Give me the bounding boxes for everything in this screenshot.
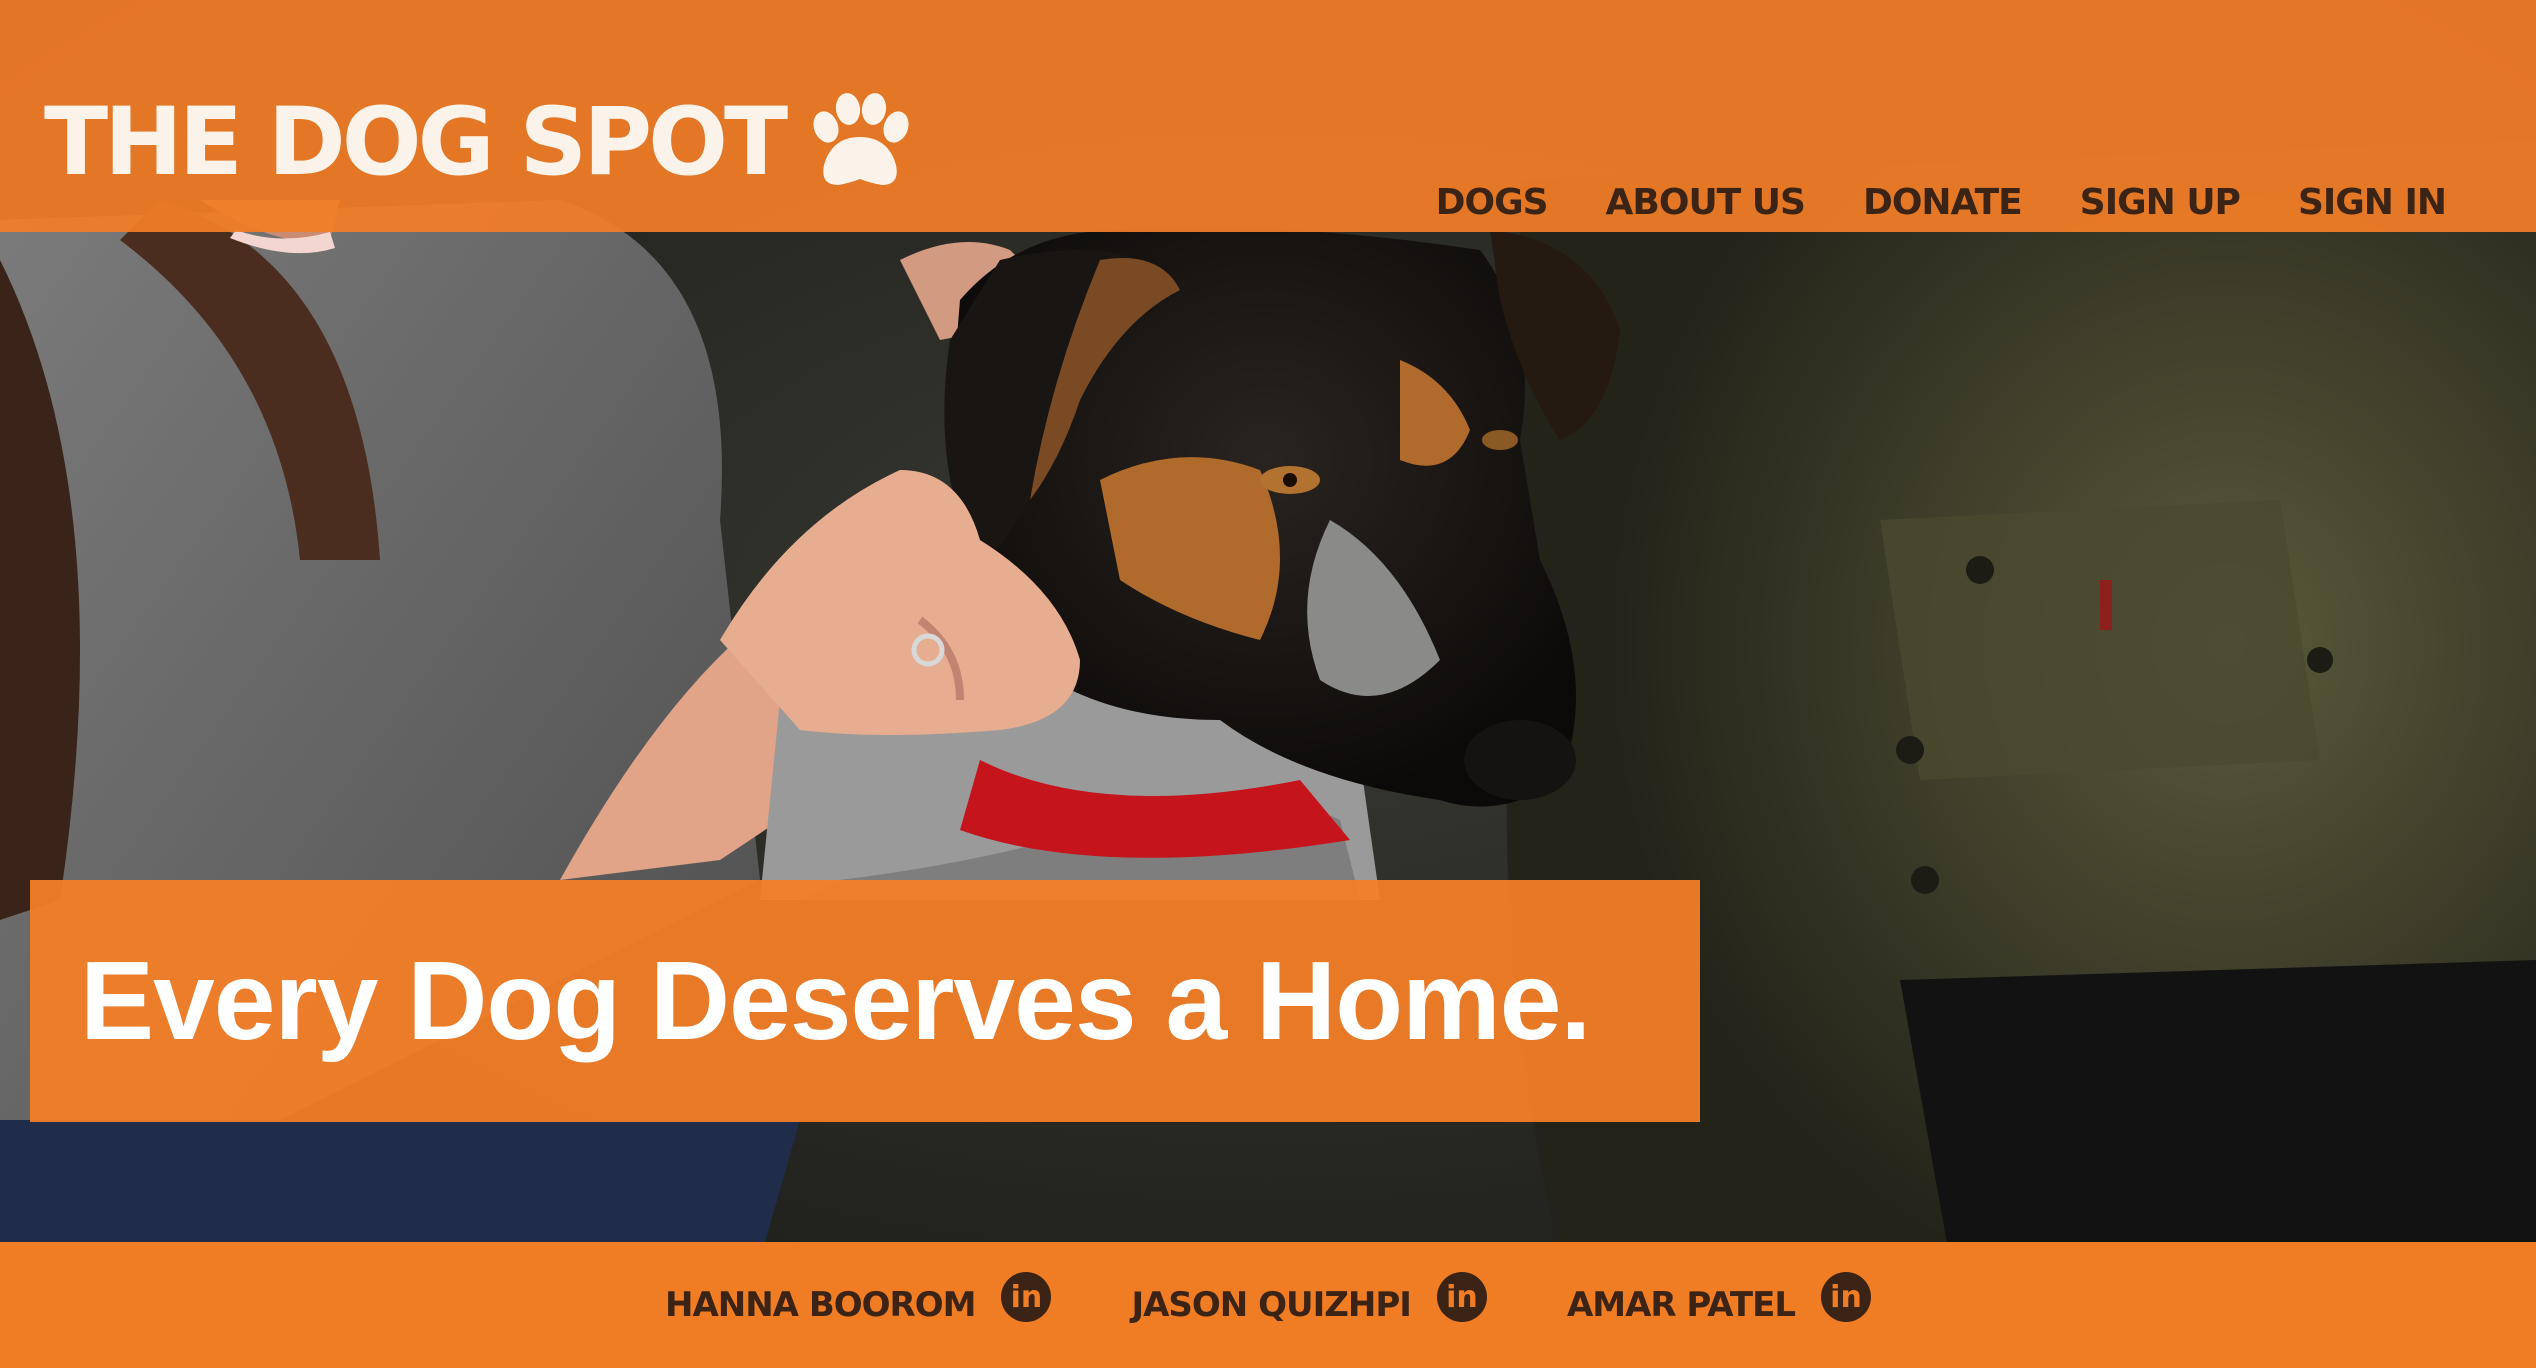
credit-name: AMAR PATEL (1566, 1285, 1796, 1325)
linkedin-icon[interactable]: in (1821, 1272, 1871, 1322)
page: THE DOG SPOT DOGS ABOUT US DONATE SIGN U… (0, 0, 2536, 1368)
credit-name: JASON QUIZHPI (1131, 1285, 1411, 1325)
main-nav: DOGS ABOUT US DONATE SIGN UP SIGN IN (1436, 182, 2447, 223)
nav-item-dogs[interactable]: DOGS (1436, 182, 1549, 223)
credit-name: HANNA BOOROM (664, 1285, 976, 1325)
paw-icon (813, 93, 909, 185)
nav-item-sign-in[interactable]: SIGN IN (2298, 182, 2447, 223)
linkedin-icon[interactable]: in (1436, 1272, 1487, 1322)
credit-item: HANNA BOOROM in (664, 1272, 1052, 1330)
credit-item: JASON QUIZHPI in (1131, 1272, 1487, 1330)
site-logo[interactable]: THE DOG SPOT (44, 88, 914, 198)
site-footer: HANNA BOOROM in JASON QUIZHPI in AMAR PA… (0, 1242, 2536, 1368)
site-header: THE DOG SPOT DOGS ABOUT US DONATE SIGN U… (0, 0, 2536, 232)
linkedin-icon[interactable]: in (1001, 1272, 1052, 1322)
credit-item: AMAR PATEL in (1566, 1272, 1871, 1330)
nav-item-donate[interactable]: DONATE (1863, 182, 2023, 223)
hero-banner: Every Dog Deserves a Home. (30, 880, 1700, 1122)
nav-item-about-us[interactable]: ABOUT US (1606, 182, 1806, 223)
brand-name: THE DOG SPOT (44, 88, 788, 197)
nav-item-sign-up[interactable]: SIGN UP (2080, 182, 2241, 223)
hero-headline: Every Dog Deserves a Home. (80, 939, 1591, 1063)
